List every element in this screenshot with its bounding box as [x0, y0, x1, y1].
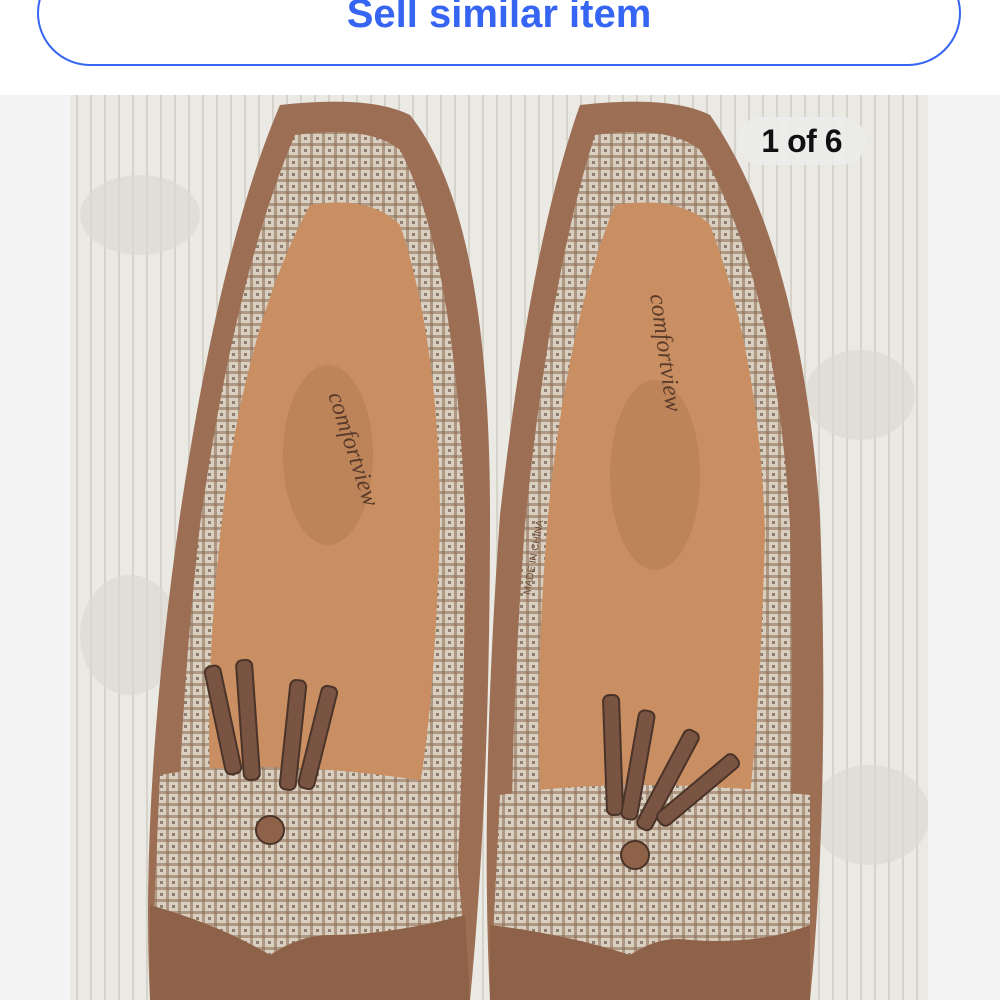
product-photo[interactable]: comfortview comfortview MADE IN CHINA 1 …	[70, 95, 928, 1000]
shoes-image: comfortview comfortview MADE IN CHINA	[70, 95, 928, 1000]
sell-similar-item-label: Sell similar item	[346, 0, 652, 36]
image-counter-text: 1 of 6	[761, 122, 842, 159]
image-gallery[interactable]: comfortview comfortview MADE IN CHINA 1 …	[0, 95, 1000, 1000]
image-counter-badge: 1 of 6	[737, 117, 866, 165]
sell-similar-item-button[interactable]: Sell similar item	[37, 0, 961, 66]
